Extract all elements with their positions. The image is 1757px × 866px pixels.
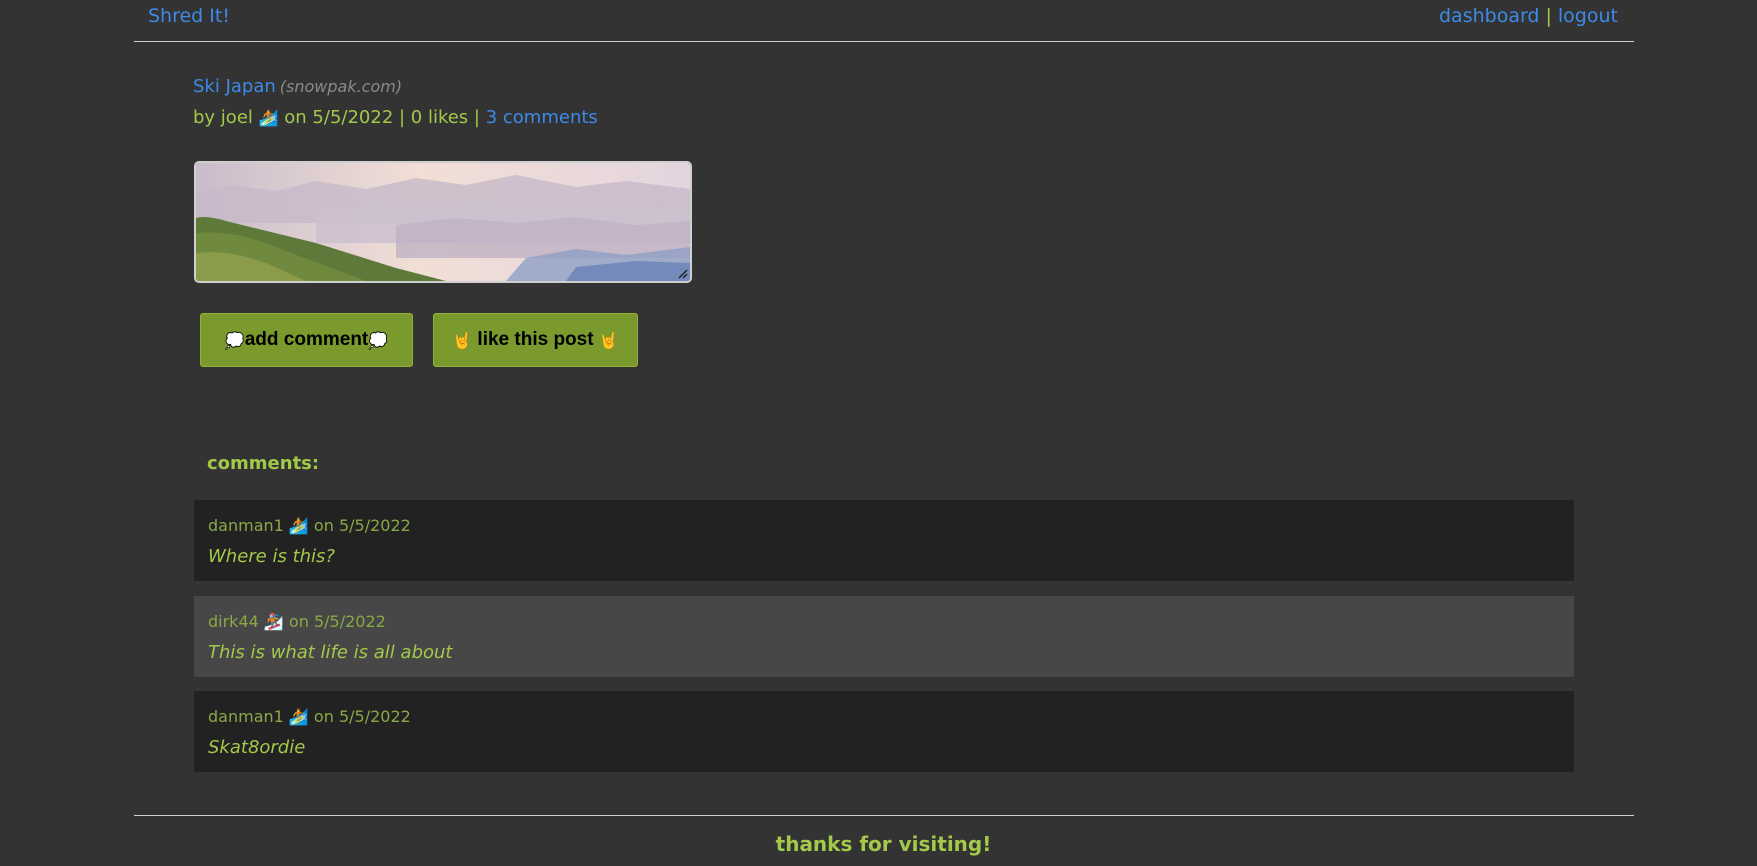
dashboard-link[interactable]: dashboard [1439, 5, 1540, 27]
post-author: by joel [193, 107, 253, 128]
comment-meta: danman1 🏄 on 5/5/2022 [208, 516, 411, 535]
comments-heading: comments: [207, 453, 320, 474]
thought-bubble-icon: 💭 [224, 330, 245, 350]
nav-right: dashboard | logout [1439, 5, 1618, 27]
comments-count-link[interactable]: 3 comments [486, 107, 598, 128]
brand-link[interactable]: Shred It! [148, 5, 230, 27]
surfer-icon: 🏄 [288, 707, 309, 726]
comment-user: danman1 [208, 707, 284, 726]
post-image [194, 161, 692, 283]
comment-text: Skat8ordie [208, 737, 306, 758]
post-meta: by joel 🏄 on 5/5/2022 | 0 likes | 3 comm… [193, 107, 598, 128]
like-post-button[interactable]: 🤘 like this post 🤘 [433, 313, 638, 367]
rock-hand-icon: 🤘 [598, 330, 619, 350]
logout-link[interactable]: logout [1558, 5, 1618, 27]
add-comment-button[interactable]: 💭 add comment 💭 [200, 313, 413, 367]
thought-bubble-icon: 💭 [368, 330, 389, 350]
comment-item: danman1 🏄 on 5/5/2022 Skat8ordie [194, 691, 1574, 772]
surfer-icon: 🏄 [258, 108, 279, 127]
comment-date: on 5/5/2022 [288, 612, 386, 631]
post-date-likes: on 5/5/2022 | 0 likes | [284, 107, 480, 128]
footer-text: thanks for visiting! [775, 832, 992, 856]
comment-meta: dirk44 🏂 on 5/5/2022 [208, 612, 386, 631]
surfer-icon: 🏄 [288, 516, 309, 535]
rock-hand-icon: 🤘 [452, 330, 473, 350]
comment-item: danman1 🏄 on 5/5/2022 Where is this? [194, 500, 1574, 581]
add-comment-label: add comment [244, 329, 369, 350]
footer-divider [134, 815, 1634, 816]
comment-date: on 5/5/2022 [313, 707, 411, 726]
comment-item: dirk44 🏂 on 5/5/2022 This is what life i… [194, 596, 1574, 677]
post-title-row: Ski Japan (snowpak.com) [193, 76, 402, 97]
comment-user: danman1 [208, 516, 284, 535]
comment-text: This is what life is all about [208, 642, 453, 663]
comment-date: on 5/5/2022 [313, 516, 411, 535]
comment-meta: danman1 🏄 on 5/5/2022 [208, 707, 411, 726]
post-title-link[interactable]: Ski Japan [193, 76, 276, 97]
comment-text: Where is this? [208, 546, 335, 567]
like-post-label: like this post [477, 329, 594, 350]
nav-separator: | [1545, 5, 1552, 27]
resize-handle-icon[interactable] [678, 269, 688, 279]
top-nav: Shred It! dashboard | logout [134, 0, 1634, 42]
comment-user: dirk44 [208, 612, 259, 631]
snowboarder-icon: 🏂 [263, 612, 284, 631]
mountain-landscape-image [196, 163, 690, 281]
post-source: (snowpak.com) [279, 77, 403, 96]
